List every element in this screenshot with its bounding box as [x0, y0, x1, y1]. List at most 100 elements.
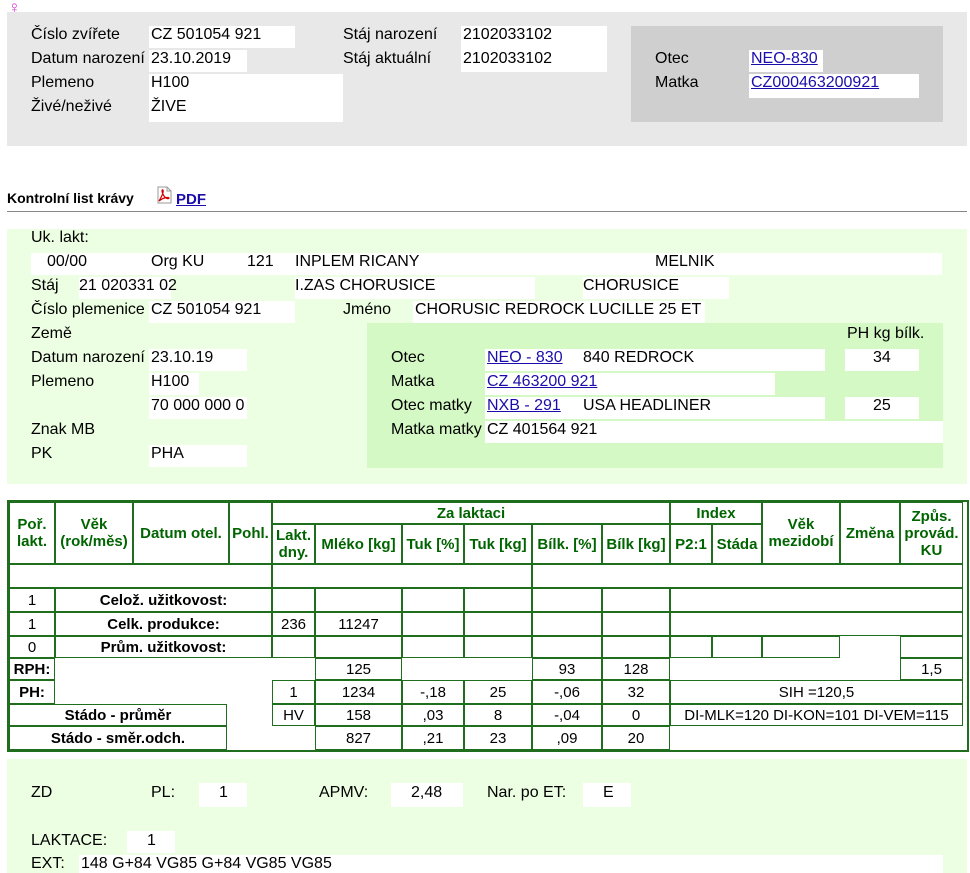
otec-link[interactable]: NEO-830: [751, 50, 818, 68]
jmeno-label: Jméno: [343, 301, 392, 318]
table-cell-r2-c5: [532, 612, 602, 636]
table-cell-h-bilk-kg: Bílk [kg]: [602, 524, 670, 564]
title-divider: [7, 211, 967, 212]
kl-otec-matky-ph: 25: [873, 397, 891, 414]
zive-label: Živé/neživé: [31, 98, 112, 115]
table-cell-sp-tukk: 8: [464, 704, 532, 726]
table-cell-r1-c3: [402, 588, 464, 612]
table-cell-r3-c2: [315, 636, 402, 658]
zd-label: ZD: [31, 784, 53, 801]
pedigree-panel: [367, 323, 943, 468]
table-cell-r1-label: Celož. užitkovost:: [55, 588, 272, 612]
staj-narozeni-label: Stáj narození: [343, 26, 438, 43]
staj-aktualni-label: Stáj aktuální: [343, 50, 432, 67]
table-cell-ph-bilk: 32: [602, 680, 670, 704]
table-cell-ph-dny: 1: [272, 680, 315, 704]
table-cell-so-tukk: 23: [464, 726, 532, 750]
table-cell-ph-mleko: 1234: [315, 680, 402, 704]
staj-aktualni-value: 2102033102: [463, 50, 552, 67]
jmeno-value: CHORUSIC REDROCK LUCILLE 25 ET: [415, 301, 702, 318]
kl-matka-matky-value: CZ 401564 921: [487, 421, 598, 438]
znak-mb-label: Znak MB: [31, 421, 96, 438]
org-ku-name: INPLEM RICANY: [295, 253, 420, 270]
staj-name: I.ZAS CHORUSICE: [295, 277, 436, 294]
matka-link[interactable]: CZ000463200921: [751, 74, 879, 92]
table-cell-sp-mleko: 158: [315, 704, 402, 726]
plemeno-label-2: Plemeno: [31, 373, 95, 390]
plemenice-label: Číslo plemenice: [31, 301, 145, 318]
table-cell-spacer-c: [532, 564, 963, 588]
table-cell-r3-c7: [670, 636, 712, 658]
table-cell-sih: SIH =120,5: [670, 680, 963, 704]
table-cell-rph-bilp: 93: [532, 658, 602, 680]
uk-lakt-value: 00/00: [47, 253, 88, 270]
laktace-value: 1: [147, 832, 156, 849]
table-cell-h-index: Index: [670, 502, 762, 524]
kl-otec-label: Otec: [391, 349, 425, 366]
kl-otec-matky-link[interactable]: NXB - 291: [487, 397, 561, 415]
table-cell-r1-c7: [670, 588, 963, 612]
ext-label: EXT:: [31, 855, 65, 872]
kl-otec-link[interactable]: NEO - 830: [487, 349, 563, 367]
table-cell-r1-num: 1: [9, 588, 55, 612]
pdf-icon[interactable]: [155, 186, 173, 204]
otec-label: Otec: [655, 50, 689, 67]
nar-po-et-label: Nar. po ET:: [487, 784, 567, 801]
table-cell-h-vek-mezidobi: Věk mezidobí: [762, 502, 840, 564]
table-cell-r3-c9: [762, 636, 840, 658]
apmv-value: 2,48: [411, 784, 443, 801]
table-cell-r3-c1: [272, 636, 315, 658]
table-cell-ph-tukk: 25: [464, 680, 532, 704]
staj-label: Stáj: [31, 277, 59, 294]
staj-value: 21 020331 02: [79, 277, 177, 294]
matka-label: Matka: [655, 74, 699, 91]
nar-po-et-value: E: [603, 784, 614, 801]
table-cell-r3-label: Prům. užitkovost:: [55, 636, 272, 658]
table-cell-h-bilk-pct: Bílk. [%]: [532, 524, 602, 564]
table-cell-r2-c4: [464, 612, 532, 636]
plemeno-code: 70 000 000 0: [151, 397, 245, 414]
table-cell-r3-c4: [464, 636, 532, 658]
table-cell-ph-tukp: -,18: [402, 680, 464, 704]
table-cell-r2-c7: [670, 612, 963, 636]
kl-matka-label: Matka: [391, 373, 435, 390]
table-cell-h-datum: Datum otel.: [133, 502, 229, 564]
datum-narozeni-label: Datum narození: [31, 349, 145, 366]
table-cell-r2-label: Celk. produkce:: [55, 612, 272, 636]
cislo-value: CZ 501054 921: [151, 26, 262, 43]
table-cell-sp-tukp: ,03: [402, 704, 464, 726]
kl-matka-matky-label: Matka matky: [391, 421, 482, 438]
table-cell-h-por: Poř. lakt.: [9, 502, 55, 564]
table-cell-h-vek: Věk (rok/měs): [55, 502, 133, 564]
plemeno-value: H100: [151, 74, 190, 91]
laktace-label: LAKTACE:: [31, 832, 108, 849]
table-cell-r2-mleko: 11247: [315, 612, 402, 636]
plemeno-value-2: H100: [151, 373, 190, 390]
table-cell-r3-num: 0: [9, 636, 55, 658]
apmv-label: APMV:: [319, 784, 369, 801]
staj-narozeni-value: 2102033102: [463, 26, 552, 43]
table-cell-sp-bilk: 0: [602, 704, 670, 726]
datum-narozeni-value: 23.10.19: [151, 349, 214, 366]
kl-matka-link[interactable]: CZ 463200 921: [487, 373, 597, 391]
table-cell-r3-c6: [602, 636, 670, 658]
pdf-link[interactable]: PDF: [176, 191, 206, 208]
table-cell-so-bilp: ,09: [532, 726, 602, 750]
kl-otec-matky-label: Otec matky: [391, 397, 472, 414]
table-cell-r1-c5: [532, 588, 602, 612]
datum-value: 23.10.2019: [151, 50, 232, 67]
org-ku-label: Org KU: [151, 253, 205, 270]
table-cell-rph-bilk: 128: [602, 658, 670, 680]
table-cell-r1-c6: [602, 588, 670, 612]
table-cell-r2-c6: [602, 612, 670, 636]
staj-city: CHORUSICE: [583, 277, 680, 294]
kl-otec-matky-name: USA HEADLINER: [583, 397, 712, 414]
table-cell-h-tuk-kg: Tuk [kg]: [464, 524, 532, 564]
table-cell-ph-bilp: -,06: [532, 680, 602, 704]
uk-lakt-label: Uk. lakt:: [31, 229, 89, 246]
table-cell-rph-mleko: 125: [315, 658, 402, 680]
table-cell-h-p21: P2:1: [670, 524, 712, 564]
ph-kg-bilk-label: PH kg bílk.: [847, 325, 925, 342]
table-cell-so-label: Stádo - směr.odch.: [9, 726, 227, 750]
table-cell-h-stada: Stáda: [712, 524, 762, 564]
